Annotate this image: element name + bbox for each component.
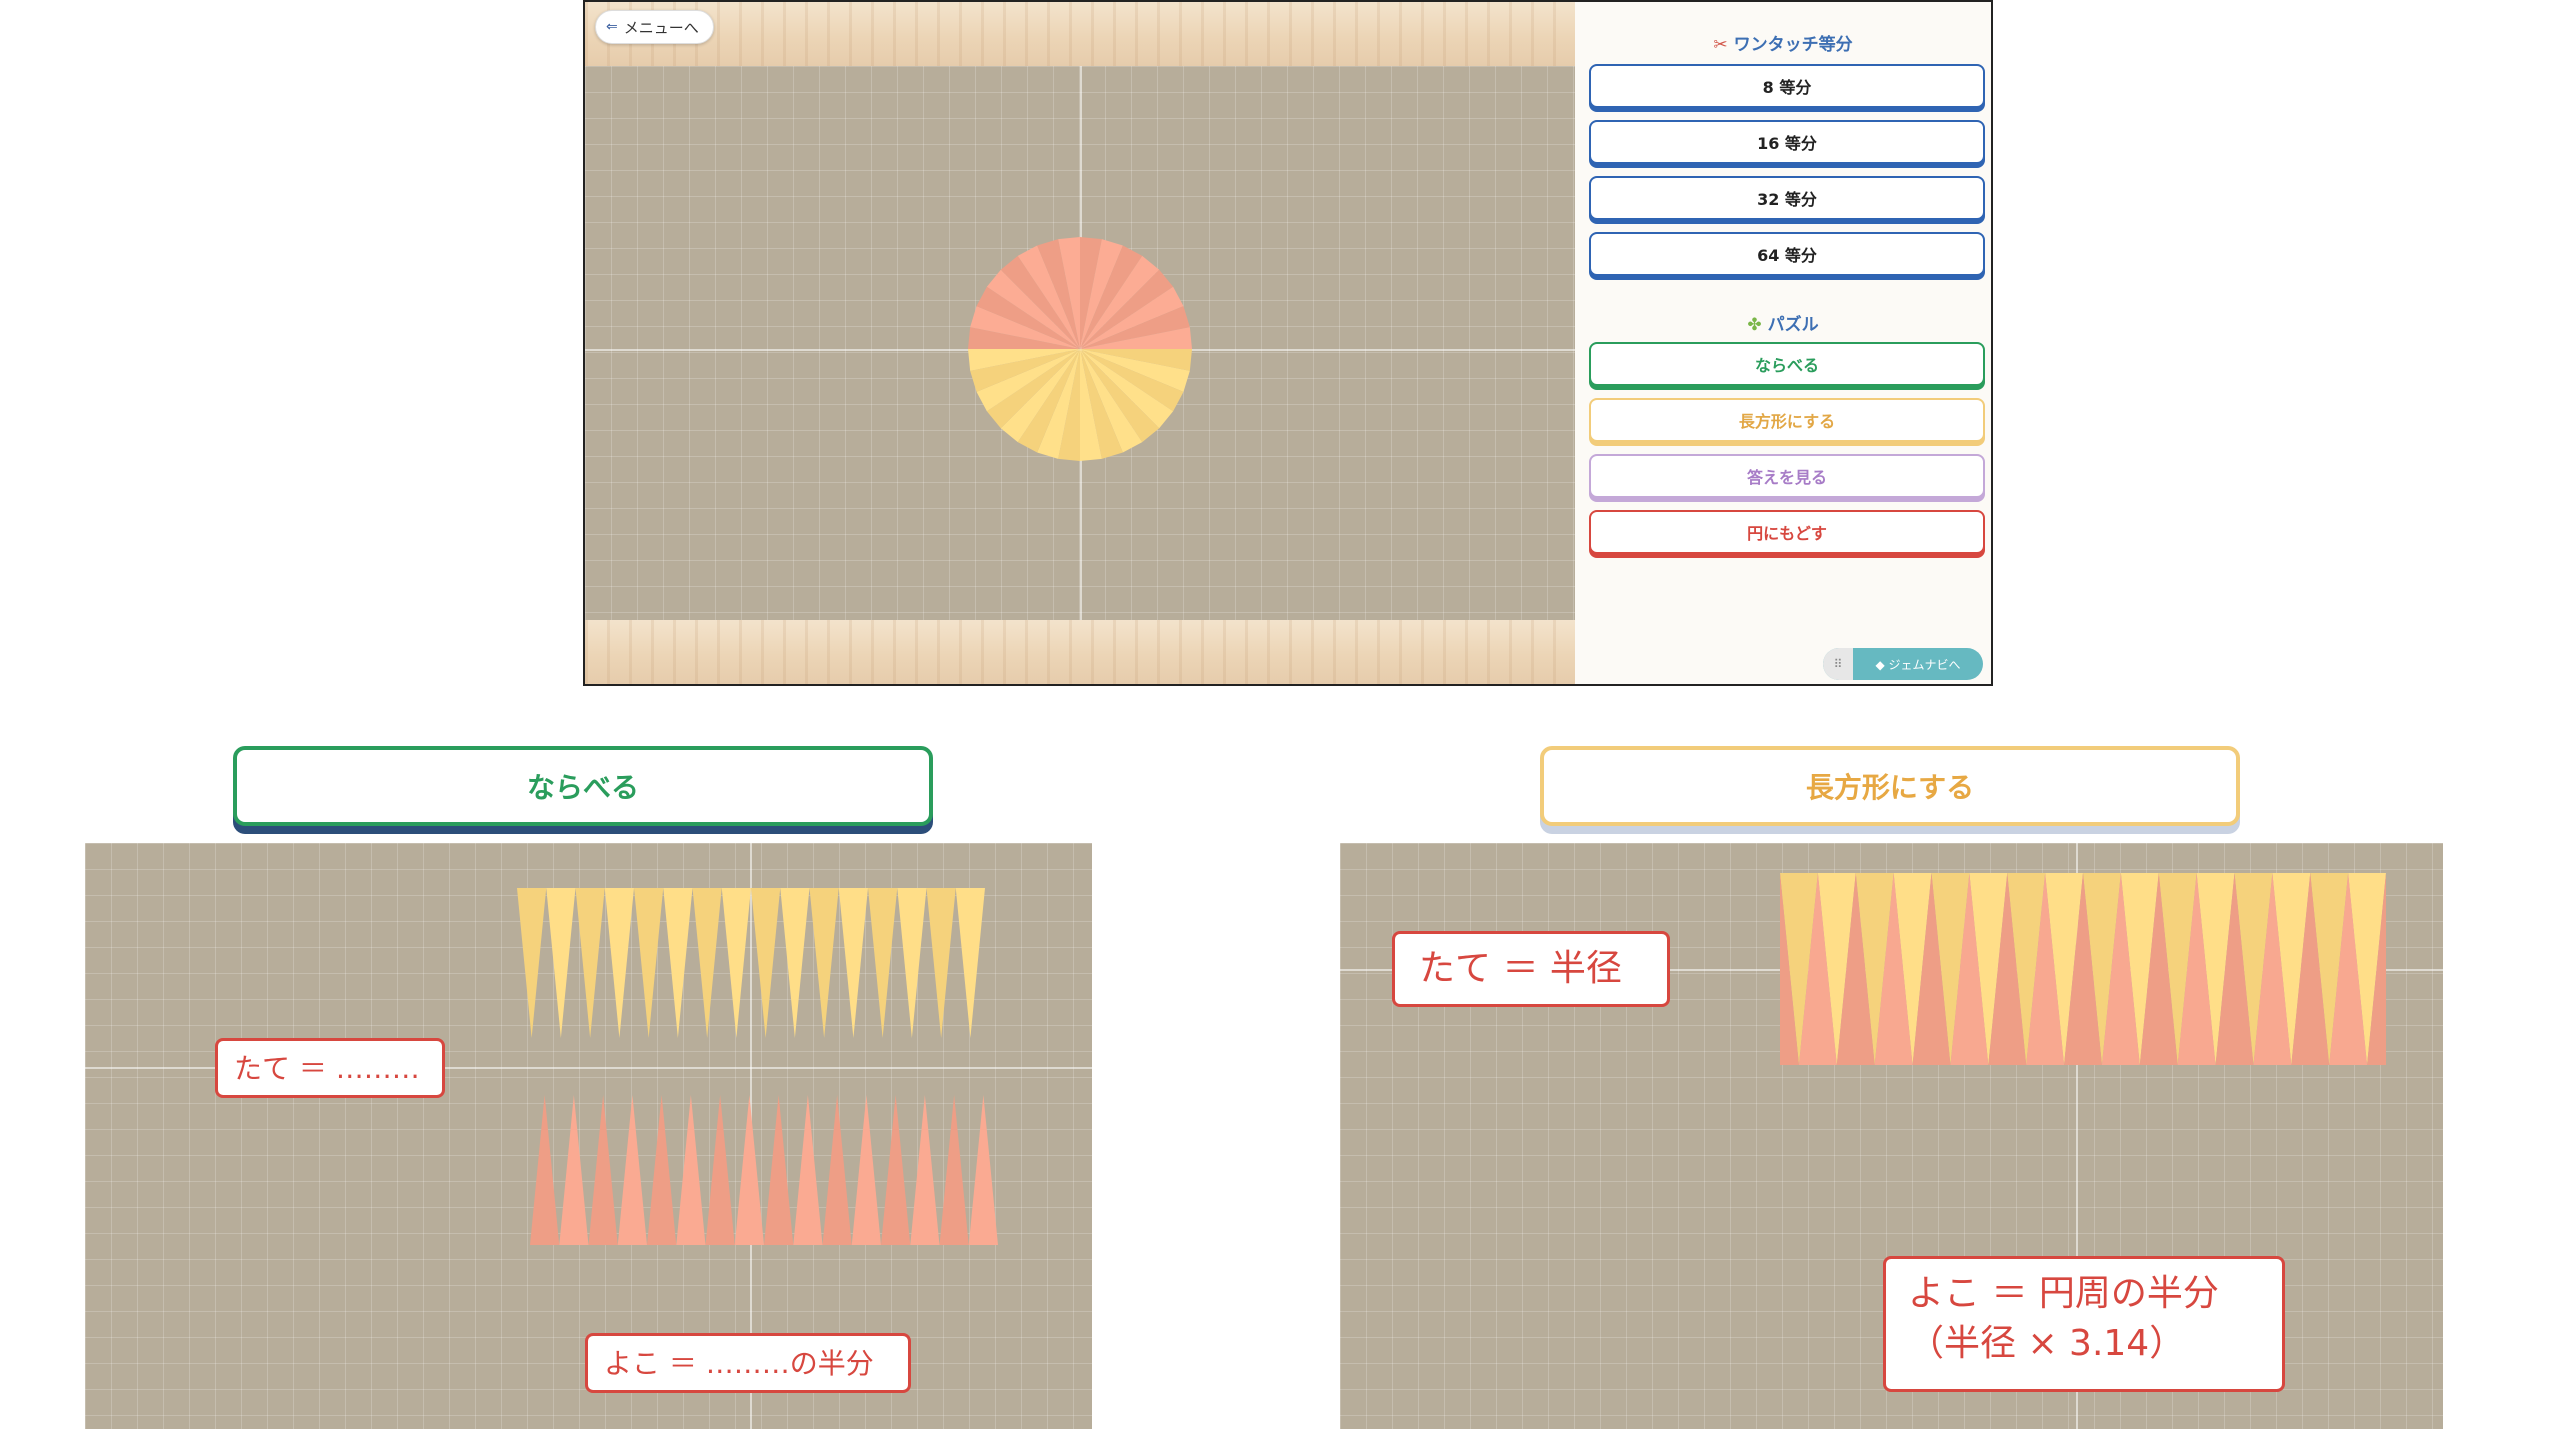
wedge-bottom-row <box>939 1095 969 1245</box>
wedge-bottom-row <box>559 1095 589 1245</box>
wedge-bottom-row <box>851 1095 881 1245</box>
canvas-area: ⇐ メニューへ <box>585 2 1575 684</box>
menu-button-label: メニューへ <box>623 18 699 37</box>
divide-16-button[interactable]: 16 等分 <box>1589 120 1985 164</box>
wedge-top-row <box>634 888 664 1038</box>
wedge-bottom-row <box>793 1095 823 1245</box>
wedge-bottom-row <box>647 1095 677 1245</box>
wedge-bottom-row <box>676 1095 706 1245</box>
wedge-top-row <box>517 888 547 1038</box>
wedge-top-row <box>575 888 605 1038</box>
wedge-bottom-row <box>734 1095 764 1245</box>
arrange-button[interactable]: ならべる <box>1589 342 1985 386</box>
wood-frame-top <box>585 2 1575 66</box>
divide-64-button[interactable]: 64 等分 <box>1589 232 1985 276</box>
divide-8-button[interactable]: 8 等分 <box>1589 64 1985 108</box>
wedge-top-row <box>809 888 839 1038</box>
wedge-bottom-row <box>764 1095 794 1245</box>
wedge-top-row <box>926 888 956 1038</box>
arrange-header: ならべる <box>233 746 933 826</box>
wedge-top-row <box>546 888 576 1038</box>
arrange-board: たて ＝ ……… よこ ＝ ………の半分 <box>85 843 1092 1429</box>
divide-32-button[interactable]: 32 等分 <box>1589 176 1985 220</box>
rectangle-board: たて ＝ 半径 よこ ＝ 円周の半分 （半径 × 3.14） <box>1340 843 2443 1429</box>
divided-circle[interactable] <box>585 66 1575 620</box>
wood-frame-bottom <box>585 620 1575 684</box>
wedge-bottom-row <box>881 1095 911 1245</box>
scissors-icon: ✂ <box>1713 35 1728 55</box>
make-rectangle-button[interactable]: 長方形にする <box>1589 398 1985 442</box>
side-panel: ✂ ワンタッチ等分 8 等分 16 等分 32 等分 64 等分 ✤ パズル ならべ… <box>1575 2 1991 684</box>
back-arrow-icon: ⇐ <box>606 19 618 35</box>
wedge-top-row <box>897 888 927 1038</box>
wedge-bottom-row <box>705 1095 735 1245</box>
wedge-bottom-row <box>968 1095 998 1245</box>
grid-board[interactable] <box>585 66 1575 620</box>
back-to-circle-button[interactable]: 円にもどす <box>1589 510 1985 554</box>
puzzle-icon: ✤ <box>1747 315 1762 335</box>
rectangle-header: 長方形にする <box>1540 746 2240 826</box>
section-title-divide: ✂ ワンタッチ等分 <box>1713 35 1853 55</box>
wedge-bottom-row <box>588 1095 618 1245</box>
app-window: ⇐ メニューへ ✂ ワンタッチ等分 8 等分 16 等分 32 等分 64 等分 … <box>583 0 1993 686</box>
show-answer-button[interactable]: 答えを見る <box>1589 454 1985 498</box>
wedge-top-row <box>604 888 634 1038</box>
drag-grip-icon[interactable]: ⠿ <box>1823 648 1853 680</box>
section-title-puzzle: ✤ パズル <box>1747 315 1819 335</box>
wedge-bottom-row <box>822 1095 852 1245</box>
gemnavi-button[interactable]: ⠿ ◆ ジェムナビへ <box>1823 648 1983 680</box>
height-label: たて ＝ 半径 <box>1392 931 1670 1007</box>
menu-button[interactable]: ⇐ メニューへ <box>595 10 714 44</box>
height-label-blank: たて ＝ ……… <box>215 1038 445 1098</box>
width-label: よこ ＝ 円周の半分 （半径 × 3.14） <box>1883 1256 2285 1392</box>
wedge-top-row <box>751 888 781 1038</box>
wedge-top-row <box>838 888 868 1038</box>
wedge-top-row <box>955 888 985 1038</box>
wedge-top-row <box>692 888 722 1038</box>
wedge-top-row <box>868 888 898 1038</box>
gem-icon: ◆ <box>1875 657 1889 672</box>
wedge-bottom-row <box>910 1095 940 1245</box>
wedge-bottom-row <box>617 1095 647 1245</box>
wedge-bottom-row <box>530 1095 560 1245</box>
wedge-top-row <box>721 888 751 1038</box>
wedge-top-row <box>780 888 810 1038</box>
gemnavi-label: ◆ ジェムナビへ <box>1875 657 1961 672</box>
wedge-top-row <box>663 888 693 1038</box>
width-label-blank: よこ ＝ ………の半分 <box>585 1333 911 1393</box>
